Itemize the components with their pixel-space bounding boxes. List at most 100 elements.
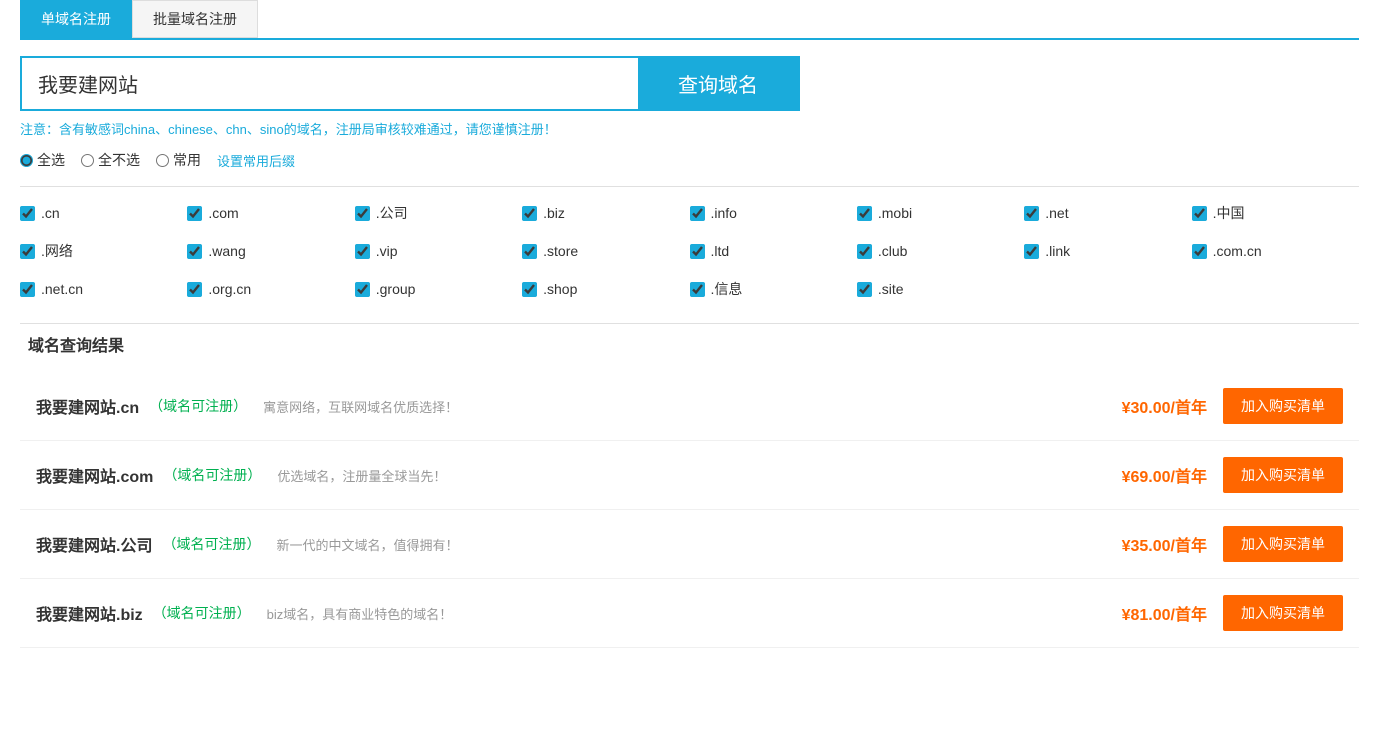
- domain-price: ¥69.00/首年: [1122, 463, 1207, 487]
- domain-price: ¥35.00/首年: [1122, 532, 1207, 556]
- tab-bar: 单域名注册 批量域名注册: [20, 0, 1359, 40]
- tld-checkbox[interactable]: [355, 206, 370, 221]
- add-to-cart-button[interactable]: 加入购买清单: [1223, 595, 1343, 631]
- domain-name: 我要建网站.cn: [36, 394, 139, 418]
- radio-group: 全选 全不选 常用 设置常用后缀: [20, 150, 1359, 170]
- tld-label: .info: [711, 205, 737, 221]
- tld-item: .store: [522, 241, 689, 261]
- result-right: ¥30.00/首年 加入购买清单: [1122, 388, 1343, 424]
- tld-label: .store: [543, 243, 578, 259]
- radio-all[interactable]: 全选: [20, 150, 65, 170]
- tld-checkbox[interactable]: [355, 244, 370, 259]
- tab-batch[interactable]: 批量域名注册: [132, 0, 258, 38]
- result-right: ¥69.00/首年 加入购买清单: [1122, 457, 1343, 493]
- tld-item: .信息: [690, 279, 857, 299]
- tld-checkbox[interactable]: [690, 282, 705, 297]
- radio-common[interactable]: 常用: [156, 150, 201, 170]
- add-to-cart-button[interactable]: 加入购买清单: [1223, 457, 1343, 493]
- domain-status: （域名可注册）: [149, 396, 247, 416]
- tld-item: .cn: [20, 203, 187, 223]
- domain-price: ¥81.00/首年: [1122, 601, 1207, 625]
- tld-checkbox[interactable]: [857, 244, 872, 259]
- domain-status: （域名可注册）: [163, 465, 261, 485]
- tld-label: .中国: [1213, 203, 1245, 223]
- result-item: 我要建网站.biz （域名可注册） biz域名，具有商业特色的域名！ ¥81.0…: [20, 579, 1359, 648]
- tab-single[interactable]: 单域名注册: [20, 0, 132, 38]
- tld-item: .中国: [1192, 203, 1359, 223]
- tld-item: .公司: [355, 203, 522, 223]
- tld-checkbox[interactable]: [187, 206, 202, 221]
- result-list: 我要建网站.cn （域名可注册） 寓意网络，互联网域名优质选择！ ¥30.00/…: [20, 372, 1359, 648]
- tld-item: .mobi: [857, 203, 1024, 223]
- tld-item: .shop: [522, 279, 689, 299]
- search-input[interactable]: [22, 58, 638, 109]
- domain-name: 我要建网站.biz: [36, 601, 143, 625]
- domain-desc: biz域名，具有商业特色的域名！: [267, 604, 453, 623]
- tld-item: .网络: [20, 241, 187, 261]
- result-item: 我要建网站.公司 （域名可注册） 新一代的中文域名，值得拥有！ ¥35.00/首…: [20, 510, 1359, 579]
- tld-label: .wang: [208, 243, 245, 259]
- result-item: 我要建网站.com （域名可注册） 优选域名，注册量全球当先！ ¥69.00/首…: [20, 441, 1359, 510]
- tld-item: .club: [857, 241, 1024, 261]
- tld-label: .org.cn: [208, 281, 251, 297]
- tld-checkbox[interactable]: [355, 282, 370, 297]
- tld-label: .site: [878, 281, 904, 297]
- result-section: 域名查询结果 我要建网站.cn （域名可注册） 寓意网络，互联网域名优质选择！ …: [20, 332, 1359, 648]
- result-item: 我要建网站.cn （域名可注册） 寓意网络，互联网域名优质选择！ ¥30.00/…: [20, 372, 1359, 441]
- tld-checkbox[interactable]: [1024, 206, 1039, 221]
- tld-checkbox[interactable]: [187, 282, 202, 297]
- set-common-link[interactable]: 设置常用后缀: [217, 151, 295, 170]
- tld-checkbox[interactable]: [1192, 244, 1207, 259]
- tld-checkbox[interactable]: [20, 244, 35, 259]
- tld-checkbox[interactable]: [857, 206, 872, 221]
- tld-label: .group: [376, 281, 416, 297]
- tld-checkbox[interactable]: [522, 206, 537, 221]
- tld-label: .网络: [41, 241, 73, 261]
- tld-label: .cn: [41, 205, 60, 221]
- tld-label: .com: [208, 205, 238, 221]
- tld-item: .vip: [355, 241, 522, 261]
- tld-item: .com.cn: [1192, 241, 1359, 261]
- tld-label: .ltd: [711, 243, 730, 259]
- domain-desc: 新一代的中文域名，值得拥有！: [276, 535, 458, 554]
- domain-desc: 优选域名，注册量全球当先！: [277, 466, 446, 485]
- divider-2: [20, 323, 1359, 324]
- tld-checkbox[interactable]: [187, 244, 202, 259]
- tld-item: .info: [690, 203, 857, 223]
- tld-label: .net: [1045, 205, 1068, 221]
- tld-label: .link: [1045, 243, 1070, 259]
- tld-checkbox[interactable]: [690, 206, 705, 221]
- tld-checkbox[interactable]: [1024, 244, 1039, 259]
- add-to-cart-button[interactable]: 加入购买清单: [1223, 388, 1343, 424]
- tld-item: .com: [187, 203, 354, 223]
- domain-name: 我要建网站.公司: [36, 532, 152, 556]
- domain-status: （域名可注册）: [153, 603, 251, 623]
- tld-label: .信息: [711, 279, 743, 299]
- tld-item: .net.cn: [20, 279, 187, 299]
- tld-checkbox[interactable]: [522, 244, 537, 259]
- tld-checkbox[interactable]: [1192, 206, 1207, 221]
- tld-checkbox[interactable]: [20, 206, 35, 221]
- result-right: ¥35.00/首年 加入购买清单: [1122, 526, 1343, 562]
- tld-label: .vip: [376, 243, 398, 259]
- domain-status: （域名可注册）: [162, 534, 260, 554]
- domain-price: ¥30.00/首年: [1122, 394, 1207, 418]
- tld-checkbox[interactable]: [690, 244, 705, 259]
- tld-checkbox[interactable]: [857, 282, 872, 297]
- tld-item: .site: [857, 279, 1024, 299]
- tld-grid: .cn .com .公司 .biz .info .mobi .net .中国 .…: [20, 203, 1359, 299]
- domain-desc: 寓意网络，互联网域名优质选择！: [263, 397, 458, 416]
- result-right: ¥81.00/首年 加入购买清单: [1122, 595, 1343, 631]
- tld-checkbox[interactable]: [20, 282, 35, 297]
- tld-item: .wang: [187, 241, 354, 261]
- result-title: 域名查询结果: [20, 332, 1359, 356]
- tld-label: .net.cn: [41, 281, 83, 297]
- radio-none[interactable]: 全不选: [81, 150, 140, 170]
- tld-item: .group: [355, 279, 522, 299]
- add-to-cart-button[interactable]: 加入购买清单: [1223, 526, 1343, 562]
- tld-label: .公司: [376, 203, 408, 223]
- tld-item: .net: [1024, 203, 1191, 223]
- tld-label: .biz: [543, 205, 565, 221]
- search-button[interactable]: 查询域名: [638, 58, 798, 109]
- tld-checkbox[interactable]: [522, 282, 537, 297]
